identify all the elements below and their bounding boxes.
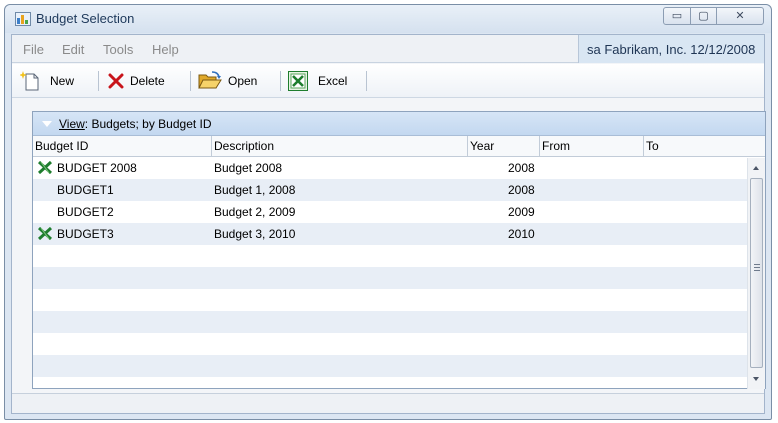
toolbar-separator <box>366 71 367 91</box>
view-options-bar[interactable]: View: Budgets; by Budget ID <box>33 112 765 136</box>
open-button[interactable]: Open <box>198 70 272 92</box>
maximize-button[interactable]: ▢ <box>690 7 717 25</box>
budget-list: View: Budgets; by Budget ID Budget ID De… <box>32 111 766 389</box>
empty-row <box>33 311 747 333</box>
excel-icon <box>288 71 308 91</box>
column-header-row: Budget ID Description Year From To <box>33 136 765 157</box>
chevron-down-icon[interactable] <box>42 121 52 127</box>
menu-tools[interactable]: Tools <box>103 42 133 57</box>
user-company-date-status: sa Fabrikam, Inc. 12/12/2008 <box>578 35 764 63</box>
empty-row <box>33 377 747 389</box>
new-document-icon <box>20 71 39 91</box>
budget-id-cell: BUDGET 2008 <box>57 161 137 175</box>
excel-row-icon <box>38 227 52 240</box>
close-icon: ✕ <box>735 9 745 22</box>
empty-row <box>33 267 747 289</box>
scrollbar-thumb[interactable] <box>750 178 763 368</box>
budget-id-cell: BUDGET1 <box>57 183 114 197</box>
toolbar-separator <box>280 71 281 91</box>
view-prefix: View <box>59 117 85 131</box>
column-header-from[interactable]: From <box>540 136 644 157</box>
excel-label: Excel <box>318 74 348 88</box>
toolbar-separator <box>98 71 99 91</box>
table-row[interactable]: BUDGET2 Budget 2, 2009 2009 <box>33 201 747 223</box>
status-bar <box>12 393 764 413</box>
description-cell: Budget 2, 2009 <box>214 205 296 219</box>
menu-edit[interactable]: Edit <box>62 42 84 57</box>
grip-icon <box>754 264 760 271</box>
toolbar: New Delete Open Excel <box>12 64 764 98</box>
excel-row-icon <box>38 161 52 174</box>
column-header-to[interactable]: To <box>644 136 765 157</box>
empty-row <box>33 289 747 311</box>
menu-bar: File Edit Tools Help sa Fabrikam, Inc. 1… <box>12 35 764 63</box>
maximize-icon: ▢ <box>698 9 709 22</box>
year-cell: 2008 <box>508 183 535 197</box>
delete-label: Delete <box>130 74 165 88</box>
view-label[interactable]: View: Budgets; by Budget ID <box>59 117 212 131</box>
empty-row <box>33 355 747 377</box>
budget-id-cell: BUDGET2 <box>57 205 114 219</box>
new-label: New <box>50 74 75 88</box>
excel-button[interactable]: Excel <box>288 70 362 92</box>
minimize-icon: ▭ <box>671 9 683 22</box>
title-bar[interactable]: Budget Selection ▭ ▢ ✕ <box>5 5 771 33</box>
close-button[interactable]: ✕ <box>716 7 764 25</box>
empty-row <box>33 245 747 267</box>
table-body: BUDGET 2008 Budget 2008 2008 BUDGET1 Bud… <box>33 157 747 389</box>
table-row[interactable]: BUDGET 2008 Budget 2008 2008 <box>33 157 747 179</box>
budget-selection-window: Budget Selection ▭ ▢ ✕ File Edit Tools H… <box>4 4 772 420</box>
description-cell: Budget 2008 <box>214 161 283 175</box>
window-content: File Edit Tools Help sa Fabrikam, Inc. 1… <box>11 34 766 414</box>
year-cell: 2008 <box>508 161 535 175</box>
year-cell: 2010 <box>508 227 535 241</box>
scroll-up-icon[interactable] <box>753 166 759 170</box>
delete-button[interactable]: Delete <box>106 70 186 92</box>
delete-x-icon <box>108 73 124 89</box>
view-description: : Budgets; by Budget ID <box>84 117 212 131</box>
column-header-year[interactable]: Year <box>468 136 540 157</box>
scroll-down-icon[interactable] <box>753 377 759 381</box>
menu-file[interactable]: File <box>23 42 44 57</box>
vertical-scrollbar[interactable] <box>747 158 765 389</box>
budget-window-icon <box>15 12 31 26</box>
empty-row <box>33 333 747 355</box>
open-folder-icon <box>198 71 222 89</box>
table-row[interactable]: BUDGET3 Budget 3, 2010 2010 <box>33 223 747 245</box>
open-label: Open <box>228 74 258 88</box>
column-header-description[interactable]: Description <box>212 136 468 157</box>
window-title: Budget Selection <box>36 11 135 26</box>
new-button[interactable]: New <box>20 70 84 92</box>
minimize-button[interactable]: ▭ <box>663 7 691 25</box>
column-header-budget-id[interactable]: Budget ID <box>33 136 212 157</box>
description-cell: Budget 1, 2008 <box>214 183 296 197</box>
table-row[interactable]: BUDGET1 Budget 1, 2008 2008 <box>33 179 747 201</box>
budget-id-cell: BUDGET3 <box>57 227 114 241</box>
year-cell: 2009 <box>508 205 535 219</box>
description-cell: Budget 3, 2010 <box>214 227 296 241</box>
toolbar-separator <box>190 71 191 91</box>
menu-help[interactable]: Help <box>152 42 179 57</box>
status-text: sa Fabrikam, Inc. 12/12/2008 <box>587 42 756 57</box>
